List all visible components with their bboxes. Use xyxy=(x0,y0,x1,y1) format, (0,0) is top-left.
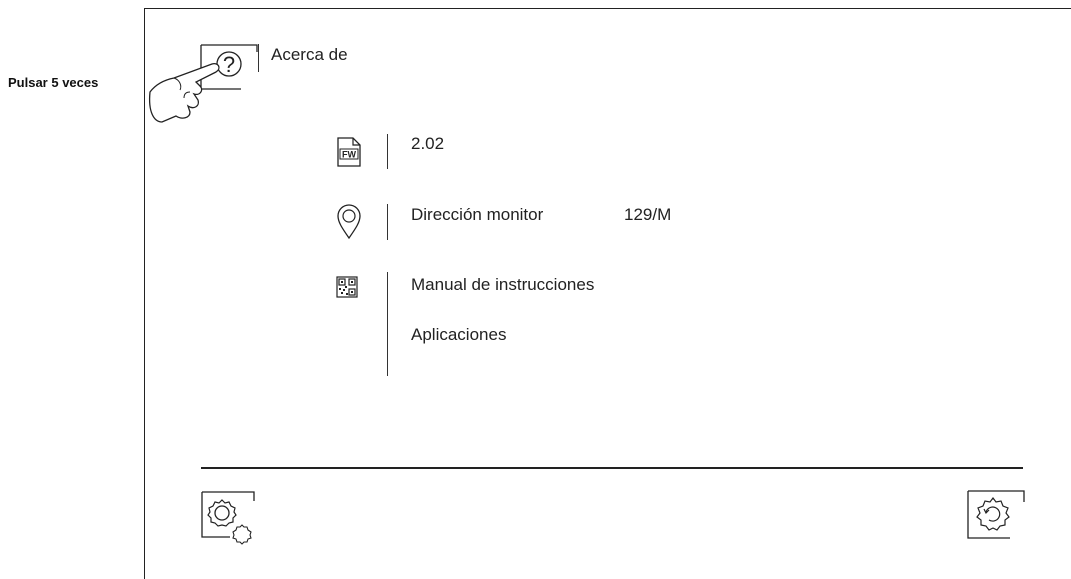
location-pin-icon xyxy=(336,204,362,245)
qr-separator xyxy=(387,272,388,376)
hint-label: Pulsar 5 veces xyxy=(8,75,99,90)
settings-gears-icon xyxy=(201,491,255,545)
fw-file-icon: FW xyxy=(336,136,362,173)
qr-code-icon xyxy=(336,276,358,303)
page-title: Acerca de xyxy=(271,45,348,64)
menu-item-apps[interactable]: Aplicaciones xyxy=(411,325,506,345)
footer-divider xyxy=(201,467,1023,469)
svg-text:FW: FW xyxy=(342,150,356,160)
address-value: 129/M xyxy=(624,205,672,224)
reset-settings-icon xyxy=(967,490,1025,539)
firmware-version: 2.02 xyxy=(411,134,445,153)
reset-button[interactable] xyxy=(966,490,1026,542)
monitor-screen-frame xyxy=(144,8,1071,579)
address-separator xyxy=(387,204,388,240)
settings-button[interactable] xyxy=(200,491,258,547)
address-label: Dirección monitor xyxy=(411,205,544,224)
menu-item-manual[interactable]: Manual de instrucciones xyxy=(411,275,594,295)
firmware-separator xyxy=(387,134,388,169)
header-divider xyxy=(258,44,259,72)
pointing-hand-icon xyxy=(146,52,226,124)
